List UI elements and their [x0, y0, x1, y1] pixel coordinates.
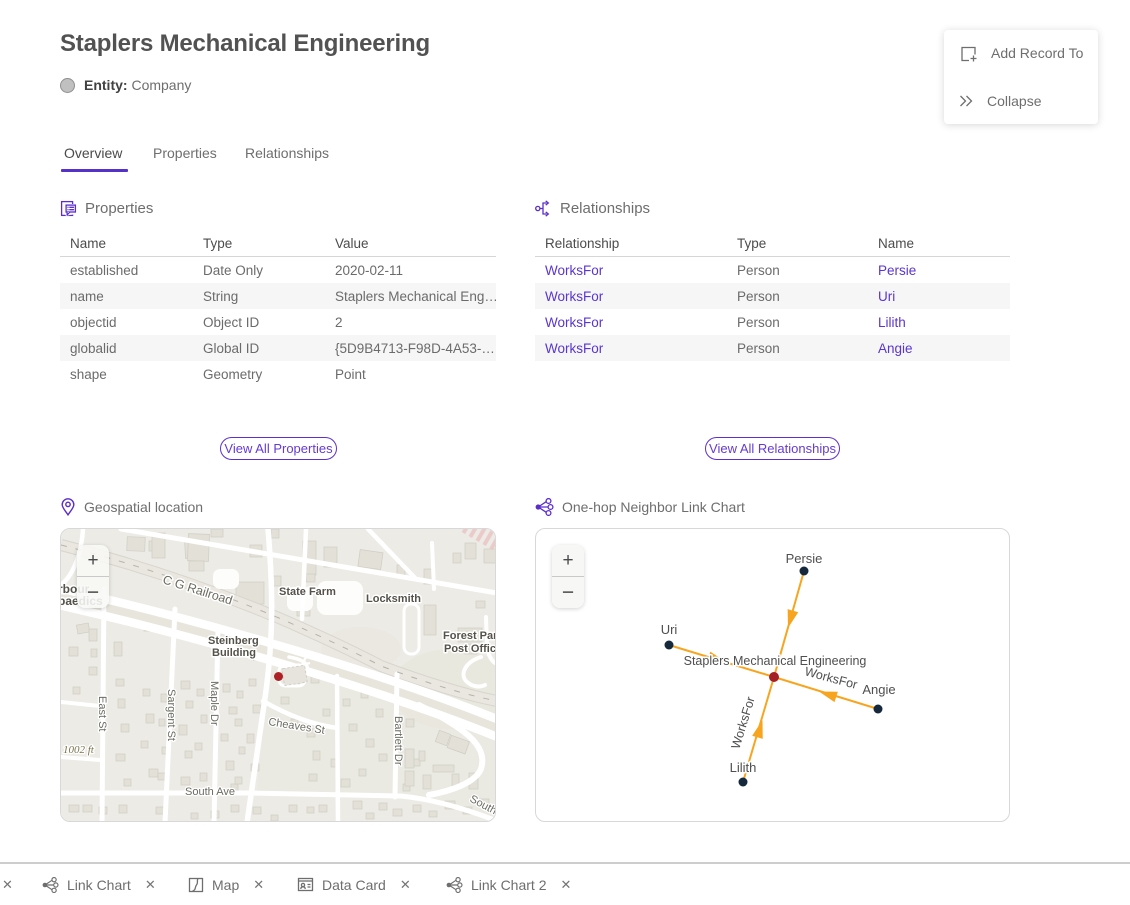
svg-text:Steinberg: Steinberg [208, 635, 259, 647]
svg-text:State Farm: State Farm [279, 586, 336, 598]
svg-text:1002 ft: 1002 ft [63, 744, 95, 756]
svg-text:Uri: Uri [661, 622, 678, 637]
svg-text:Maple Dr: Maple Dr [208, 681, 220, 726]
svg-text:Bartlett Dr: Bartlett Dr [392, 716, 404, 766]
svg-text:Staplers Mechanical Engineerin: Staplers Mechanical Engineering [684, 654, 867, 668]
svg-text:South Ave: South Ave [185, 786, 235, 798]
svg-text:Building: Building [212, 647, 256, 659]
svg-text:Lilith: Lilith [730, 760, 757, 775]
svg-text:Locksmith: Locksmith [366, 593, 421, 605]
svg-text:Angie: Angie [862, 682, 895, 697]
svg-text:WorksFor: WorksFor [729, 695, 758, 751]
svg-text:Persie: Persie [786, 551, 823, 566]
svg-text:Sargent St: Sargent St [165, 689, 177, 741]
svg-text:Post Office: Post Office [444, 643, 496, 655]
svg-text:East St: East St [96, 696, 108, 731]
svg-text:Forest Park: Forest Park [443, 630, 496, 642]
